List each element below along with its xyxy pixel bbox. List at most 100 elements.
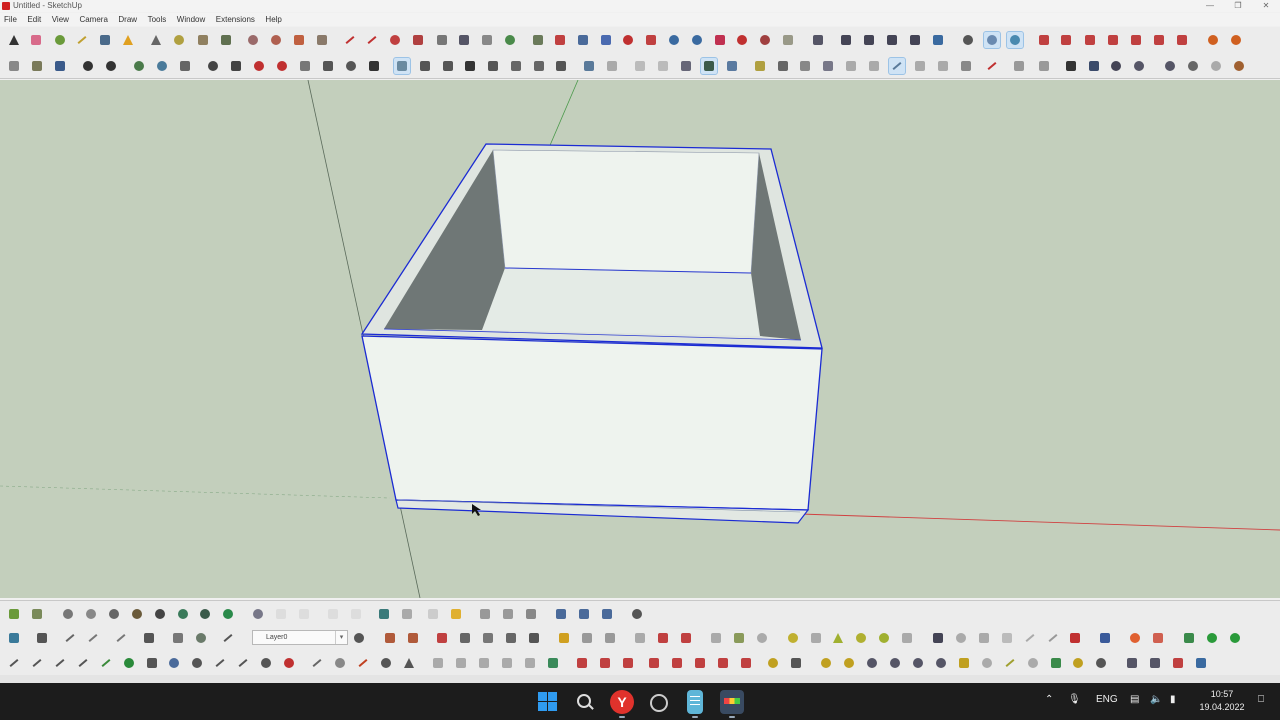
- line-tool-icon[interactable]: [342, 32, 358, 48]
- shape-3-icon[interactable]: [434, 630, 450, 646]
- menu-help[interactable]: Help: [261, 13, 285, 26]
- menu-tools[interactable]: Tools: [144, 13, 171, 26]
- intersect-icon[interactable]: [712, 32, 728, 48]
- shaded-textures-icon[interactable]: [700, 57, 718, 75]
- curviloft-icon[interactable]: [976, 630, 992, 646]
- fog-toggle-icon[interactable]: [958, 58, 974, 74]
- offset-tool-icon[interactable]: [598, 32, 614, 48]
- right-view-icon[interactable]: [462, 58, 478, 74]
- path-draw-2-icon[interactable]: [332, 655, 348, 671]
- rect-draw-icon[interactable]: [144, 655, 160, 671]
- distribute-icon[interactable]: [576, 606, 592, 622]
- back-edges-icon[interactable]: [604, 58, 620, 74]
- pencil-tool-icon[interactable]: [74, 32, 90, 48]
- polygon-shape-icon[interactable]: [268, 32, 284, 48]
- close-icon[interactable]: ✕: [1252, 0, 1280, 12]
- menu-window[interactable]: Window: [173, 13, 209, 26]
- knife-icon[interactable]: [85, 630, 101, 646]
- layer-settings-icon[interactable]: [351, 630, 367, 646]
- freehand-tool-icon[interactable]: [364, 32, 380, 48]
- shape-1-icon[interactable]: [382, 630, 398, 646]
- stack-3-icon[interactable]: [1170, 655, 1186, 671]
- cut-icon[interactable]: [141, 630, 157, 646]
- path-draw-1-icon[interactable]: [309, 655, 325, 671]
- tool-r-icon[interactable]: [864, 655, 880, 671]
- walk-icon[interactable]: [320, 58, 336, 74]
- next-view-icon[interactable]: [274, 58, 290, 74]
- line-draw-5-icon[interactable]: [98, 655, 114, 671]
- soften-edges-icon[interactable]: [1208, 58, 1224, 74]
- tag-icon[interactable]: [956, 655, 972, 671]
- microphone-icon[interactable]: 🎙: [1068, 694, 1081, 705]
- minimize-icon[interactable]: —: [1196, 0, 1224, 12]
- redo-icon[interactable]: [103, 58, 119, 74]
- stack-2-icon[interactable]: [1147, 655, 1163, 671]
- tool-info-icon[interactable]: [1093, 655, 1109, 671]
- render-option-4-icon[interactable]: [348, 606, 364, 622]
- view-top-icon[interactable]: [1128, 32, 1144, 48]
- zoom-icon[interactable]: [205, 58, 221, 74]
- extension-warehouse-icon[interactable]: [154, 58, 170, 74]
- wireframe-style-icon[interactable]: [632, 58, 648, 74]
- help-icon[interactable]: [933, 655, 949, 671]
- curve-draw-3-icon[interactable]: [235, 655, 251, 671]
- system-clock[interactable]: 10:57 19.04.2022: [1196, 688, 1248, 714]
- transform-1-icon[interactable]: [574, 655, 590, 671]
- material-gray-2-icon[interactable]: [83, 606, 99, 622]
- scenes-icon[interactable]: [1086, 58, 1102, 74]
- follow-me-icon[interactable]: [575, 32, 591, 48]
- point-4-icon[interactable]: [876, 630, 892, 646]
- mesh-2-icon[interactable]: [453, 655, 469, 671]
- curve-draw-5-icon[interactable]: [281, 655, 297, 671]
- menu-extensions[interactable]: Extensions: [212, 13, 259, 26]
- menu-view[interactable]: View: [48, 13, 73, 26]
- new-file-icon[interactable]: [6, 58, 22, 74]
- solid-trim-icon[interactable]: [602, 630, 618, 646]
- flag-icon[interactable]: [830, 630, 846, 646]
- fog-icon[interactable]: [1011, 58, 1027, 74]
- view-right-icon[interactable]: [1082, 32, 1098, 48]
- tool-line-icon[interactable]: [1002, 655, 1018, 671]
- xray-style-icon[interactable]: [581, 58, 597, 74]
- print-icon[interactable]: [477, 606, 493, 622]
- shape-6-icon[interactable]: [503, 630, 519, 646]
- tool-rt-icon[interactable]: [887, 655, 903, 671]
- line-draw-3-icon[interactable]: [52, 655, 68, 671]
- view-front-icon[interactable]: [1036, 32, 1052, 48]
- solid-split-icon[interactable]: [632, 630, 648, 646]
- section-cut-icon[interactable]: [984, 58, 1000, 74]
- orbit-tool-icon[interactable]: [666, 32, 682, 48]
- battery-icon[interactable]: ▮: [1170, 694, 1176, 705]
- rectangle-shape-icon[interactable]: [291, 32, 307, 48]
- tool-light-icon[interactable]: [979, 655, 995, 671]
- front-view-icon[interactable]: [440, 58, 456, 74]
- drape-icon[interactable]: [866, 58, 882, 74]
- shape-7-icon[interactable]: [526, 630, 542, 646]
- menu-draw[interactable]: Draw: [114, 13, 141, 26]
- orientation-icon[interactable]: [983, 31, 1001, 49]
- network-icon[interactable]: ▤: [1130, 694, 1139, 705]
- navigate-icon[interactable]: [960, 32, 976, 48]
- line-draw-2-icon[interactable]: [29, 655, 45, 671]
- transform-8-icon[interactable]: [738, 655, 754, 671]
- terrain-edit-icon[interactable]: [29, 606, 45, 622]
- eraser-tool-icon[interactable]: [28, 32, 44, 48]
- camera-icon[interactable]: [1063, 58, 1079, 74]
- tray-chevron-up-icon[interactable]: ⌃: [1045, 694, 1053, 705]
- cylinder-icon[interactable]: [195, 32, 211, 48]
- curve-draw-2-icon[interactable]: [212, 655, 228, 671]
- path-draw-3-icon[interactable]: [355, 655, 371, 671]
- share-model-icon[interactable]: [177, 58, 193, 74]
- layout-option-icon[interactable]: [399, 606, 415, 622]
- flip-edge-icon[interactable]: [912, 58, 928, 74]
- mesh-6-icon[interactable]: [545, 655, 561, 671]
- menu-camera[interactable]: Camera: [75, 13, 111, 26]
- save-icon[interactable]: [52, 58, 68, 74]
- tool-rr-icon[interactable]: [910, 655, 926, 671]
- group-icon[interactable]: [838, 32, 854, 48]
- dimension-line-icon[interactable]: [62, 630, 78, 646]
- sandbox-terrain-icon[interactable]: [6, 606, 22, 622]
- joint-push-pull-icon[interactable]: [930, 630, 946, 646]
- transform-6-icon[interactable]: [692, 655, 708, 671]
- sync-icon[interactable]: [629, 606, 645, 622]
